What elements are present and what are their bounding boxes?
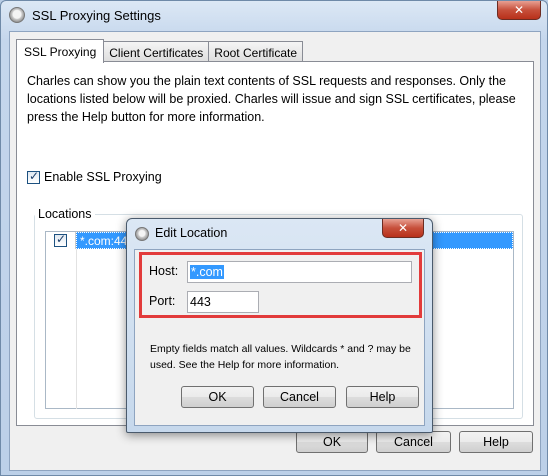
- charles-app-icon: [9, 7, 25, 23]
- port-input[interactable]: 443: [187, 291, 259, 313]
- ok-button[interactable]: OK: [296, 431, 368, 453]
- port-label: Port:: [149, 294, 176, 308]
- host-input-value[interactable]: *.com: [190, 265, 224, 279]
- dialog-help-button[interactable]: Help: [346, 386, 419, 408]
- enable-ssl-proxying-label[interactable]: Enable SSL Proxying: [44, 170, 162, 184]
- column-divider: [76, 249, 77, 409]
- dialog-title: Edit Location: [155, 226, 228, 240]
- main-button-bar: OK Cancel Help: [10, 431, 540, 457]
- window-titlebar[interactable]: SSL Proxying Settings ✕: [1, 1, 547, 31]
- locations-label: Locations: [35, 207, 95, 221]
- window-title: SSL Proxying Settings: [32, 8, 161, 23]
- host-input[interactable]: *.com: [187, 261, 412, 283]
- dialog-close-button[interactable]: ✕: [382, 219, 424, 238]
- cancel-button[interactable]: Cancel: [376, 431, 451, 453]
- ssl-description: Charles can show you the plain text cont…: [27, 74, 516, 124]
- enable-ssl-proxying-checkbox[interactable]: [27, 169, 40, 184]
- tab-client-certificates[interactable]: Client Certificates: [103, 41, 210, 63]
- port-input-value[interactable]: 443: [190, 295, 211, 309]
- charles-app-icon: [135, 227, 149, 241]
- tab-root-certificate[interactable]: Root Certificate: [208, 41, 303, 63]
- host-label: Host:: [149, 264, 179, 278]
- enable-ssl-proxying-row[interactable]: Enable SSL Proxying: [27, 169, 162, 184]
- tab-ssl-proxying[interactable]: SSL Proxying: [16, 39, 105, 63]
- dialog-ok-button[interactable]: OK: [181, 386, 254, 408]
- window-close-button[interactable]: ✕: [497, 1, 541, 20]
- dialog-client-area: Host: *.com Port: 443 Empty fields match…: [134, 249, 425, 426]
- edit-location-dialog: Edit Location ✕ Host: *.com Port: 443 Em…: [126, 218, 433, 433]
- location-enabled-checkbox[interactable]: [54, 232, 67, 247]
- tab-strip: SSL Proxying Client Certificates Root Ce…: [16, 39, 303, 63]
- help-button[interactable]: Help: [459, 431, 533, 453]
- dialog-help-text: Empty fields match all values. Wildcards…: [150, 343, 411, 371]
- dialog-cancel-button[interactable]: Cancel: [263, 386, 336, 408]
- row-enabled-cell[interactable]: [46, 232, 76, 249]
